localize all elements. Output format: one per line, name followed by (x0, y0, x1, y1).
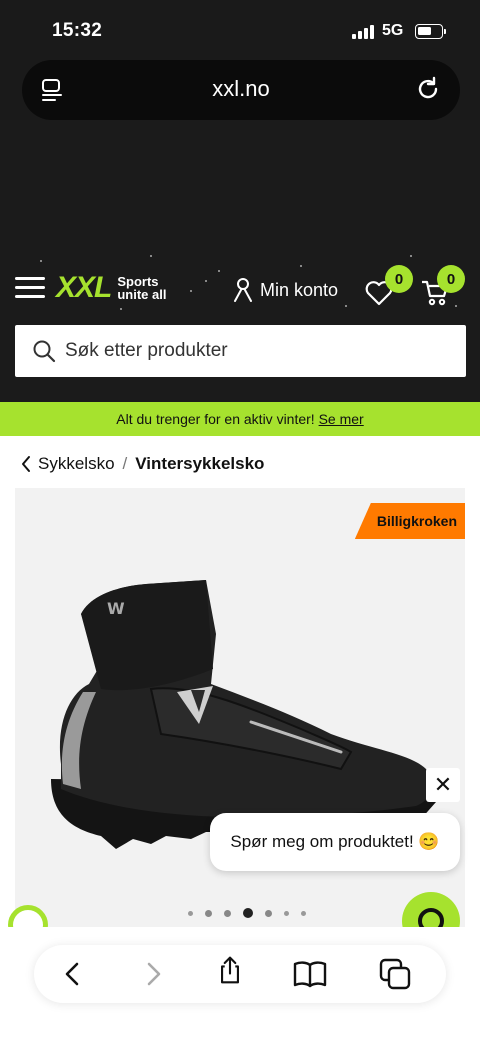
browser-page: { "status": { "time": "15:32", "network"… (0, 0, 480, 1039)
menu-icon[interactable] (15, 277, 45, 299)
logo-mark: XXL (56, 271, 112, 304)
svg-text:W: W (107, 599, 125, 618)
user-icon (234, 278, 252, 302)
carousel-dot[interactable] (224, 909, 231, 917)
address-bar[interactable]: xxl.no (22, 60, 460, 120)
breadcrumb-current: Vintersykkelsko (135, 454, 265, 473)
close-chat-button[interactable]: ✕ (426, 768, 460, 802)
carousel-dot[interactable] (301, 910, 306, 916)
forward-icon[interactable] (138, 959, 168, 989)
carousel-dot[interactable] (265, 909, 272, 917)
network-type: 5G (382, 22, 404, 39)
promo-banner: Alt du trenger for en aktiv vinter! Se m… (0, 402, 480, 436)
logo-tagline: Sports unite all (117, 274, 167, 302)
carousel-dot[interactable] (188, 910, 193, 916)
search-input[interactable] (65, 333, 455, 369)
account-label: Min konto (260, 279, 339, 300)
site-header: XXL Sports unite all Min konto 0 0 (0, 120, 480, 402)
toolbar-pill (34, 945, 446, 1003)
product-tag: Billigkroken (354, 503, 465, 539)
wishlist-count-badge: 0 (385, 265, 413, 293)
xxl-logo[interactable]: XXL Sports unite all (56, 270, 166, 306)
signal-icon (352, 25, 376, 39)
breadcrumb-parent[interactable]: Sykkelsko (38, 454, 115, 474)
browser-toolbar (0, 927, 480, 1039)
chat-prompt[interactable]: Spør meg om produktet! 😊 (210, 813, 460, 871)
status-bar: 15:32 5G (0, 0, 480, 56)
search-box[interactable] (15, 325, 466, 377)
breadcrumb-separator: / (122, 454, 128, 473)
chevron-left-icon[interactable] (20, 455, 32, 473)
account-link[interactable]: Min konto (233, 278, 338, 302)
breadcrumb: Sykkelsko / Vintersykkelsko (20, 454, 264, 474)
reload-icon[interactable] (414, 75, 442, 103)
back-icon[interactable] (58, 959, 88, 989)
cart-count-badge: 0 (437, 265, 465, 293)
url-text[interactable]: xxl.no (22, 76, 460, 102)
search-icon (33, 340, 56, 363)
tabs-icon[interactable] (378, 957, 412, 991)
carousel-dot[interactable] (284, 910, 289, 916)
promo-text: Alt du trenger for en aktiv vinter! (116, 411, 315, 427)
promo-link[interactable]: Se mer (319, 411, 364, 427)
carousel-dot-active[interactable] (243, 908, 253, 918)
carousel-dot[interactable] (205, 909, 212, 917)
status-time: 15:32 (52, 20, 103, 41)
bookmarks-icon[interactable] (292, 959, 328, 989)
share-icon[interactable] (215, 955, 245, 985)
battery-icon (415, 24, 446, 39)
carousel-dots (182, 908, 312, 918)
